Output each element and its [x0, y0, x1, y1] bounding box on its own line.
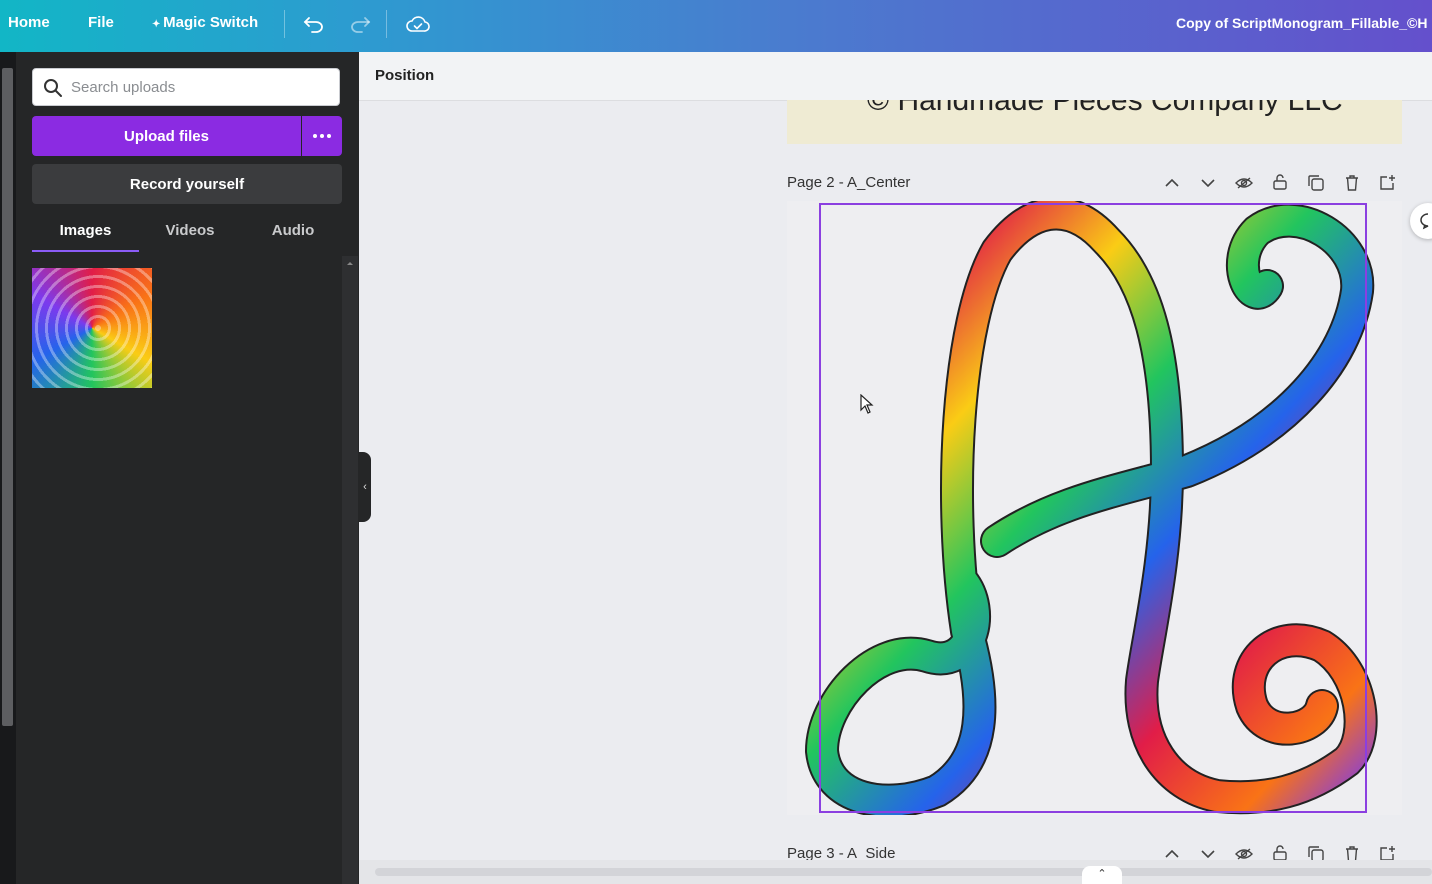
tab-videos[interactable]: Videos	[144, 218, 236, 252]
add-page-icon[interactable]	[1378, 172, 1398, 192]
mouse-cursor	[860, 394, 874, 414]
scroll-track[interactable]	[375, 868, 1432, 876]
left-rail-scrollbar[interactable]	[0, 52, 16, 884]
duplicate-icon[interactable]	[1306, 173, 1326, 193]
lock-icon[interactable]	[1270, 172, 1290, 192]
collapse-panel-icon[interactable]: ‹	[359, 452, 371, 522]
active-tab-indicator	[32, 250, 139, 252]
redo-icon[interactable]	[346, 10, 374, 38]
cloud-save-icon[interactable]	[404, 10, 432, 38]
panel-scrollbar[interactable]	[342, 256, 358, 884]
top-bar: Home File ✦ Magic Switch Copy of ScriptM…	[0, 0, 1432, 52]
search-icon	[43, 78, 63, 103]
magic-switch-label: Magic Switch	[163, 14, 259, 31]
comment-icon[interactable]	[1410, 203, 1432, 239]
undo-icon[interactable]	[300, 10, 328, 38]
uploads-panel: Upload files Record yourself Images Vide…	[16, 52, 359, 884]
page-2-title[interactable]: Page 2 - A_Center	[787, 174, 910, 191]
magic-switch-button[interactable]: ✦ Magic Switch	[152, 0, 258, 46]
trash-icon[interactable]	[1342, 173, 1362, 193]
selection-frame	[819, 203, 1367, 813]
horizontal-scrollbar[interactable]	[359, 860, 1432, 884]
scroll-thumb[interactable]	[2, 68, 13, 726]
document-title[interactable]: Copy of ScriptMonogram_Fillable_©H	[1176, 0, 1427, 46]
divider	[284, 10, 285, 38]
divider	[386, 10, 387, 38]
chevron-down-icon[interactable]	[1198, 173, 1218, 193]
chevron-up-icon[interactable]	[1162, 173, 1182, 193]
record-yourself-button[interactable]: Record yourself	[32, 164, 342, 204]
sparkle-icon: ✦	[152, 19, 164, 30]
expand-pages-icon[interactable]: ⌃	[1082, 866, 1122, 884]
hide-icon[interactable]	[1234, 173, 1254, 193]
tab-audio[interactable]: Audio	[248, 218, 338, 252]
scroll-up-icon[interactable]	[342, 257, 358, 269]
page-1[interactable]: © Handmade Pieces Company LLC	[787, 100, 1402, 144]
home-button[interactable]: Home	[8, 0, 50, 46]
tab-images[interactable]: Images	[32, 218, 139, 252]
uploaded-image-thumbnail[interactable]	[32, 268, 152, 388]
page-2-canvas[interactable]	[787, 201, 1402, 815]
search-input[interactable]	[71, 69, 331, 105]
context-toolbar: Position	[359, 52, 1432, 101]
copyright-text[interactable]: © Handmade Pieces Company LLC	[867, 100, 1343, 118]
search-box[interactable]	[32, 68, 340, 106]
file-menu[interactable]: File	[88, 0, 114, 46]
position-button[interactable]: Position	[375, 52, 434, 100]
more-icon[interactable]	[302, 116, 342, 156]
upload-files-button[interactable]: Upload files	[32, 116, 301, 156]
